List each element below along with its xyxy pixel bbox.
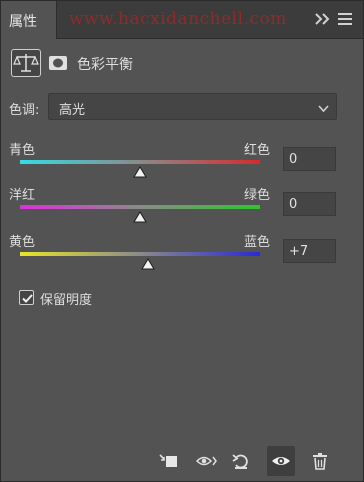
slider-magenta-green: 洋红 绿色 0 [1, 184, 363, 236]
watermark: www.hacxidanchell.com [69, 9, 287, 29]
slider-track[interactable] [20, 160, 260, 164]
field-value: +7 [289, 244, 309, 259]
delete-icon[interactable] [307, 446, 335, 476]
slider-yellow-label: 黄色 [9, 235, 36, 250]
preserve-luminosity-checkbox[interactable] [19, 290, 34, 305]
slider-thumb[interactable] [133, 166, 147, 178]
slider-magenta-label: 洋红 [9, 188, 36, 203]
slider-yellow-blue: 黄色 蓝色 +7 [1, 231, 363, 283]
panel-menu-icon[interactable] [337, 11, 353, 27]
panel-tab-bar: 属性 www.hacxidanchell.com [1, 1, 363, 39]
cyan-red-value-field[interactable]: 0 [283, 147, 336, 171]
clip-to-layer-icon[interactable] [154, 446, 182, 476]
slider-green-label: 绿色 [244, 188, 271, 203]
tone-select[interactable]: 高光 [48, 93, 337, 120]
slider-cyan-label: 青色 [9, 143, 36, 158]
visibility-icon[interactable] [267, 446, 295, 476]
slider-red-label: 红色 [244, 143, 271, 158]
field-value: 0 [289, 197, 298, 212]
mask-icon[interactable] [45, 49, 71, 77]
slider-thumb[interactable] [133, 211, 147, 223]
chevron-down-icon [318, 102, 329, 113]
view-previous-state-icon[interactable] [191, 446, 219, 476]
slider-blue-label: 蓝色 [244, 235, 271, 250]
reset-icon[interactable] [227, 446, 255, 476]
tone-label: 色调: [9, 103, 40, 118]
magenta-green-value-field[interactable]: 0 [283, 192, 336, 216]
slider-track[interactable] [20, 205, 260, 209]
yellow-blue-value-field[interactable]: +7 [283, 239, 336, 263]
tab-properties[interactable]: 属性 [1, 1, 57, 39]
preserve-luminosity-label: 保留明度 [40, 293, 93, 308]
field-value: 0 [289, 152, 298, 167]
properties-panel: 属性 www.hacxidanchell.com 色彩平衡 色调: 高光 青色 … [0, 0, 364, 482]
adjustment-title: 色彩平衡 [77, 57, 133, 73]
collapse-panel-icon[interactable] [314, 11, 332, 27]
color-balance-icon[interactable] [11, 49, 41, 77]
checkmark-icon [22, 294, 33, 303]
tone-select-value: 高光 [59, 103, 86, 118]
tab-properties-label: 属性 [9, 14, 37, 30]
slider-thumb[interactable] [141, 258, 156, 270]
slider-track[interactable] [20, 252, 260, 256]
